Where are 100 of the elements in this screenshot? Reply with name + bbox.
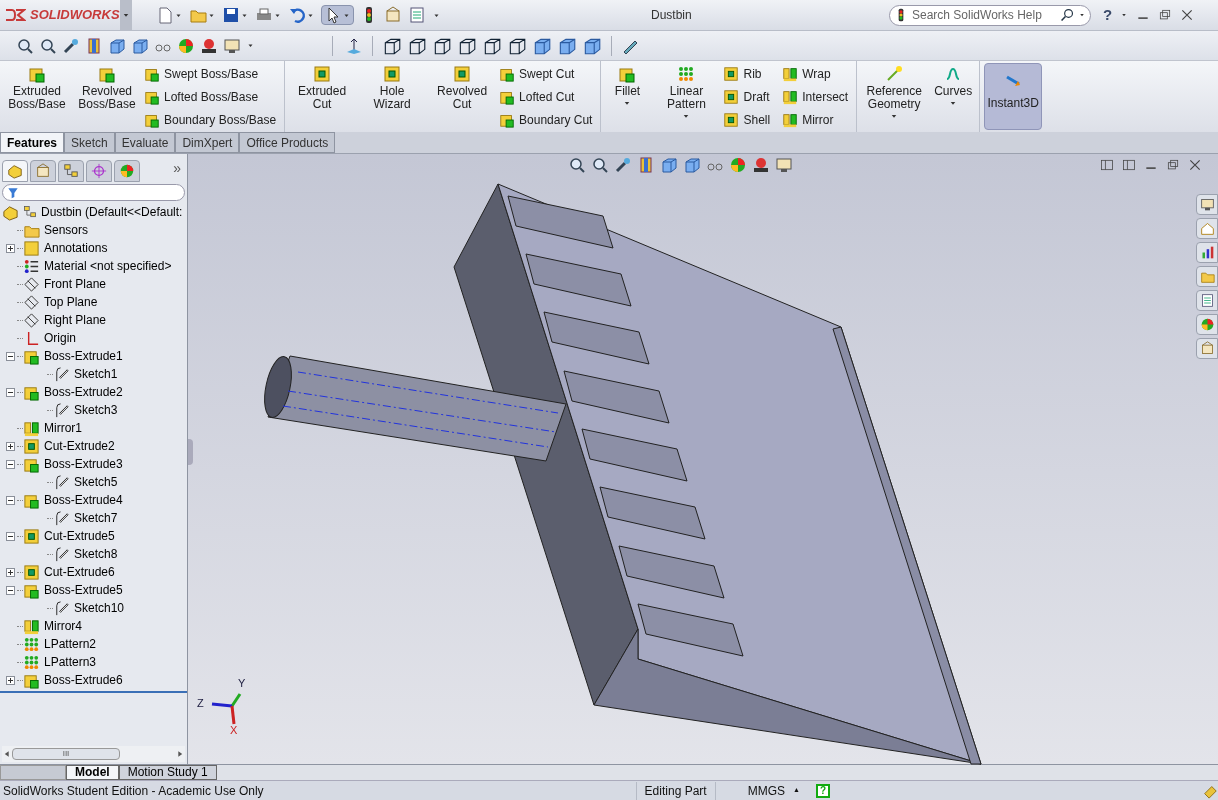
section-icon[interactable] bbox=[85, 36, 103, 55]
plane-icon[interactable] bbox=[23, 293, 40, 311]
ribbon-button[interactable]: Wrap bbox=[782, 63, 849, 84]
expand-toggle[interactable] bbox=[6, 243, 15, 253]
ribbon-button[interactable]: Intersect bbox=[782, 86, 849, 107]
tree-item[interactable]: Cut-Extrude6 bbox=[44, 563, 115, 581]
command-tab[interactable]: Sketch bbox=[64, 132, 115, 153]
ribbon-button[interactable]: Boundary Boss/Base bbox=[144, 109, 277, 130]
close-icon[interactable] bbox=[1180, 8, 1195, 22]
ribbon-button[interactable]: Lofted Boss/Base bbox=[144, 86, 277, 107]
tree-item[interactable]: LPattern2 bbox=[44, 635, 97, 653]
mirror-icon[interactable] bbox=[23, 419, 40, 437]
ribbon-button[interactable]: Extruded Cut bbox=[289, 61, 356, 132]
tree-item[interactable]: Right Plane bbox=[44, 311, 107, 329]
tile-icon[interactable] bbox=[1100, 158, 1114, 172]
ribbon-button[interactable]: Extruded Boss/Base bbox=[4, 61, 70, 132]
command-tab[interactable]: Office Products bbox=[239, 132, 336, 153]
tree-item[interactable]: Origin bbox=[44, 329, 76, 347]
units-button[interactable]: MMGS bbox=[747, 781, 785, 800]
close-icon[interactable] bbox=[1188, 158, 1202, 172]
collapse-handle[interactable] bbox=[188, 439, 193, 465]
tile-icon[interactable] bbox=[1122, 158, 1136, 172]
cut-icon[interactable] bbox=[23, 437, 40, 455]
tree-item[interactable]: Boss-Extrude4 bbox=[44, 491, 123, 509]
ribbon-button[interactable]: Revolved Cut bbox=[429, 61, 496, 132]
horizontal-scrollbar[interactable]: III bbox=[2, 746, 185, 762]
filter-field[interactable] bbox=[2, 184, 185, 201]
part-icon[interactable] bbox=[2, 203, 19, 221]
zoom-icon[interactable] bbox=[568, 156, 586, 174]
checklist-icon[interactable] bbox=[408, 6, 426, 24]
collapse-toggle[interactable] bbox=[6, 585, 15, 595]
select-button[interactable] bbox=[321, 5, 354, 25]
normal-to-icon[interactable] bbox=[345, 36, 363, 55]
model-tab[interactable]: Model bbox=[66, 765, 119, 780]
expand-toggle[interactable] bbox=[6, 567, 15, 577]
tree-item[interactable]: Sketch1 bbox=[74, 365, 118, 383]
panel-tab[interactable] bbox=[30, 160, 56, 182]
cube-icon[interactable] bbox=[660, 156, 678, 174]
expand-toggle[interactable] bbox=[6, 675, 15, 685]
task-pane-tab[interactable] bbox=[1196, 194, 1218, 215]
cube-icon[interactable] bbox=[108, 36, 126, 55]
ribbon-button[interactable]: Curves bbox=[931, 61, 976, 132]
ribbon-button[interactable]: Lofted Cut bbox=[499, 86, 593, 107]
ribbon-button[interactable]: Swept Boss/Base bbox=[144, 63, 277, 84]
collapse-toggle[interactable] bbox=[6, 495, 15, 505]
panel-tab[interactable] bbox=[86, 160, 112, 182]
display-icon[interactable] bbox=[775, 156, 793, 174]
tree-item[interactable]: Boss-Extrude5 bbox=[44, 581, 123, 599]
tree-item[interactable]: Cut-Extrude2 bbox=[44, 437, 115, 455]
plane-icon[interactable] bbox=[23, 311, 40, 329]
tree-item[interactable]: Sketch7 bbox=[74, 509, 118, 527]
tree-item[interactable]: Material <not specified> bbox=[44, 257, 172, 275]
cut-icon[interactable] bbox=[23, 527, 40, 545]
tree-item[interactable]: Sketch3 bbox=[74, 401, 118, 419]
ribbon-button[interactable]: Mirror bbox=[782, 109, 849, 130]
panel-tab[interactable] bbox=[58, 160, 84, 182]
command-tab[interactable]: Evaluate bbox=[114, 132, 176, 153]
task-pane-tab[interactable] bbox=[1196, 338, 1218, 359]
scene-icon[interactable] bbox=[200, 36, 218, 55]
ribbon-button[interactable]: Swept Cut bbox=[499, 63, 593, 84]
save-icon[interactable] bbox=[222, 6, 240, 24]
tree-item[interactable]: Front Plane bbox=[44, 275, 107, 293]
collapse-toggle[interactable] bbox=[6, 351, 15, 361]
instant3d-button[interactable]: Instant3D bbox=[984, 63, 1043, 130]
tree-item[interactable]: Top Plane bbox=[44, 293, 98, 311]
view-icon[interactable] bbox=[614, 156, 632, 174]
sketch-icon[interactable] bbox=[53, 509, 70, 527]
tree-item[interactable]: Annotations bbox=[44, 239, 108, 257]
view-icon[interactable] bbox=[62, 36, 80, 55]
page-icon[interactable] bbox=[156, 6, 174, 24]
collapse-toggle[interactable] bbox=[6, 387, 15, 397]
ribbon-button[interactable]: Linear Pattern bbox=[653, 61, 720, 132]
cube-icon[interactable] bbox=[683, 156, 701, 174]
sketch-icon[interactable] bbox=[53, 401, 70, 419]
mirror-icon[interactable] bbox=[23, 617, 40, 635]
cut-icon[interactable] bbox=[23, 563, 40, 581]
zoom-icon[interactable] bbox=[16, 36, 34, 55]
cube-icon[interactable] bbox=[131, 36, 149, 55]
collapse-toggle[interactable] bbox=[6, 531, 15, 541]
restore-icon[interactable] bbox=[1166, 158, 1180, 172]
sketch-icon[interactable] bbox=[53, 365, 70, 383]
ribbon-button[interactable]: Reference Geometry bbox=[861, 61, 928, 132]
appearance-icon[interactable] bbox=[177, 36, 195, 55]
tree-item[interactable]: Cut-Extrude5 bbox=[44, 527, 115, 545]
panel-tab[interactable] bbox=[2, 160, 28, 182]
tree-item[interactable]: Mirror4 bbox=[44, 617, 82, 635]
task-pane-tab[interactable] bbox=[1196, 314, 1218, 335]
scroll-left-icon[interactable] bbox=[2, 749, 12, 759]
sketch-icon[interactable] bbox=[53, 599, 70, 617]
tree-item[interactable]: Boss-Extrude2 bbox=[44, 383, 123, 401]
tree-item[interactable]: Boss-Extrude6 bbox=[44, 671, 123, 689]
help-button[interactable]: ? bbox=[1103, 3, 1113, 27]
tree-item[interactable]: Mirror1 bbox=[44, 419, 82, 437]
section-icon[interactable] bbox=[637, 156, 655, 174]
tree-item[interactable]: Boss-Extrude3 bbox=[44, 455, 123, 473]
pattern-icon[interactable] bbox=[23, 653, 40, 671]
ribbon-button[interactable]: Draft bbox=[723, 86, 771, 107]
tree-item[interactable]: Sketch5 bbox=[74, 473, 118, 491]
tree-item[interactable]: Sketch10 bbox=[74, 599, 125, 617]
appearance-icon[interactable] bbox=[729, 156, 747, 174]
